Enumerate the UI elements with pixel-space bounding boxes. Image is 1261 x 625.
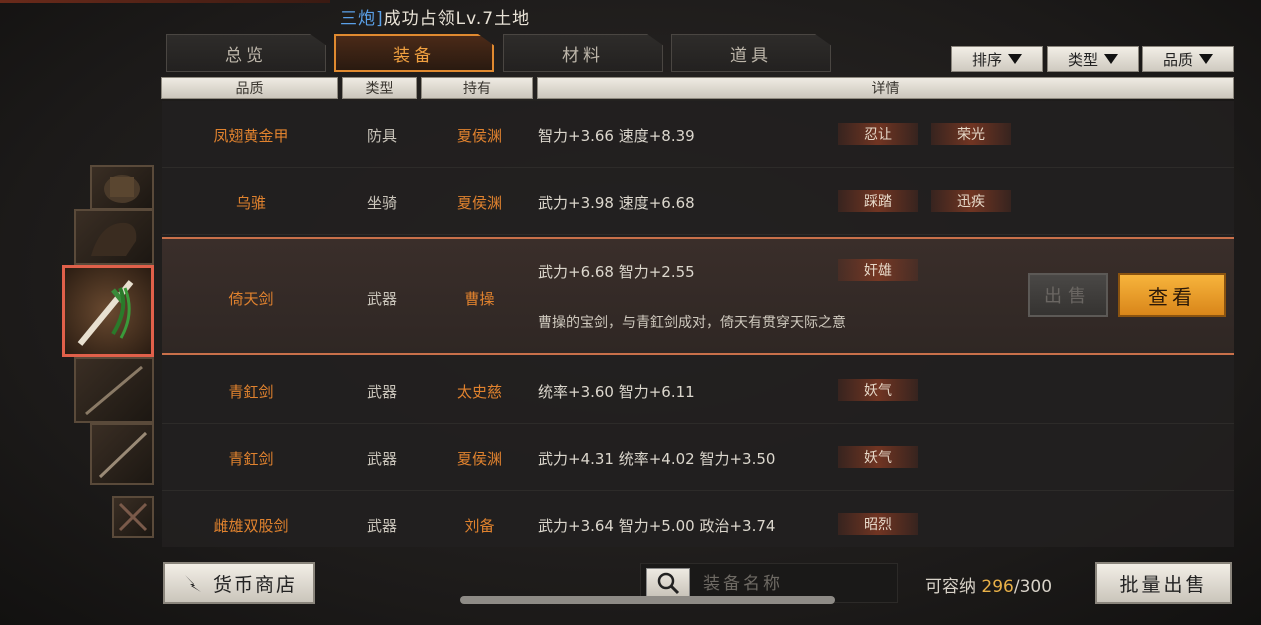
sell-button[interactable]: 出售	[1028, 273, 1108, 317]
item-name: 青釭剑	[228, 383, 274, 401]
skill-tag: 迅疾	[931, 190, 1011, 212]
tab-overview[interactable]: 总览	[166, 34, 326, 72]
equipment-thumbnail-mount[interactable]	[74, 209, 154, 265]
tab-equipment[interactable]: 装备	[334, 34, 494, 72]
equipment-thumbnail-sword-2[interactable]	[74, 357, 154, 423]
horse-icon	[91, 222, 137, 256]
system-notice: 三炮]成功占领Lv.7土地	[340, 4, 530, 29]
skill-tag: 妖气	[838, 379, 918, 401]
column-header-details: 详情	[537, 77, 1234, 99]
equipment-table: 凤翅黄金甲 防具 夏侯渊 智力+3.66 速度+8.39 忍让 荣光 乌骓 坐骑…	[162, 101, 1234, 547]
armor-icon	[104, 175, 140, 203]
search-input[interactable]	[701, 570, 885, 598]
equipment-thumbnail-armor[interactable]	[90, 165, 154, 210]
item-owner: 太史慈	[456, 383, 502, 401]
item-stats: 智力+3.66 速度+8.39	[538, 127, 695, 145]
item-name: 倚天剑	[228, 290, 274, 308]
table-row[interactable]: 乌骓 坐骑 夏侯渊 武力+3.98 速度+6.68 踩踏 迅疾	[162, 168, 1234, 235]
skill-tag: 昭烈	[838, 513, 918, 535]
search-button[interactable]	[646, 568, 690, 598]
item-stats: 武力+3.64 智力+5.00 政治+3.74	[538, 517, 776, 535]
skill-tag: 踩踏	[838, 190, 918, 212]
type-label: 类型	[1067, 50, 1098, 69]
capacity-total: /300	[1013, 577, 1053, 597]
chevron-down-icon	[1008, 54, 1022, 64]
tab-items[interactable]: 道具	[671, 34, 831, 72]
skill-tag: 妖气	[838, 446, 918, 468]
capacity-label: 可容纳	[925, 577, 976, 597]
skill-tag: 奸雄	[838, 259, 918, 281]
item-name: 雌雄双股剑	[213, 517, 289, 535]
twin-swords-icon	[118, 502, 148, 532]
notice-prefix: 三炮]	[340, 9, 384, 29]
table-row[interactable]: 雌雄双股剑 武器 刘备 武力+3.64 智力+5.00 政治+3.74 昭烈	[162, 491, 1234, 557]
equipment-thumbnail-sword-3[interactable]	[90, 423, 154, 485]
skill-tag: 荣光	[931, 123, 1011, 145]
lightning-icon	[184, 575, 201, 592]
notice-text: 成功占领Lv.7土地	[383, 9, 531, 29]
item-name: 凤翅黄金甲	[213, 127, 289, 145]
item-owner: 夏侯渊	[456, 450, 502, 468]
item-name: 青釭剑	[228, 450, 274, 468]
sort-label: 排序	[971, 50, 1002, 69]
search-icon	[657, 572, 680, 595]
capacity-used: 296	[981, 577, 1014, 597]
top-accent-bar	[0, 0, 330, 3]
equipment-thumbnail-sword-selected[interactable]	[62, 265, 154, 357]
type-dropdown[interactable]: 类型	[1047, 46, 1139, 72]
item-stats: 统率+3.60 智力+6.11	[538, 383, 695, 401]
currency-shop-button[interactable]: 货币商店	[163, 562, 315, 604]
horizontal-scrollbar[interactable]	[460, 596, 835, 604]
column-header-owner[interactable]: 持有	[421, 77, 533, 99]
item-stats: 武力+4.31 统率+4.02 智力+3.50	[538, 450, 776, 468]
table-row[interactable]: 青釭剑 武器 太史慈 统率+3.60 智力+6.11 妖气	[162, 357, 1234, 424]
sword-icon	[77, 280, 134, 346]
column-header-type[interactable]: 类型	[342, 77, 417, 99]
table-row[interactable]: 凤翅黄金甲 防具 夏侯渊 智力+3.66 速度+8.39 忍让 荣光	[162, 101, 1234, 168]
item-stats: 武力+3.98 速度+6.68	[538, 194, 695, 212]
batch-sell-button[interactable]: 批量出售	[1095, 562, 1232, 604]
chevron-down-icon	[1104, 54, 1118, 64]
item-description: 曹操的宝剑，与青釭剑成对，倚天有贯穿天际之意	[538, 315, 846, 331]
item-owner: 刘备	[464, 517, 495, 535]
sort-dropdown[interactable]: 排序	[951, 46, 1043, 72]
item-owner: 曹操	[464, 290, 495, 308]
table-row[interactable]: 青釭剑 武器 夏侯渊 武力+4.31 统率+4.02 智力+3.50 妖气	[162, 424, 1234, 491]
item-owner: 夏侯渊	[456, 127, 502, 145]
equipment-thumbnail-twin-swords[interactable]	[112, 496, 154, 538]
item-type: 坐骑	[366, 194, 397, 212]
tab-materials[interactable]: 材料	[503, 34, 663, 72]
item-type: 武器	[366, 450, 397, 468]
sword-icon	[85, 365, 143, 416]
item-stats: 武力+6.68 智力+2.55	[538, 263, 695, 281]
sword-icon	[98, 431, 148, 479]
skill-tag: 忍让	[838, 123, 918, 145]
capacity-indicator: 可容纳 296/300	[925, 572, 1052, 597]
quality-dropdown[interactable]: 品质	[1142, 46, 1234, 72]
quality-label: 品质	[1162, 50, 1193, 69]
chevron-down-icon	[1199, 54, 1213, 64]
view-button[interactable]: 查看	[1118, 273, 1226, 317]
item-type: 武器	[366, 383, 397, 401]
item-type: 武器	[366, 517, 397, 535]
item-name: 乌骓	[235, 194, 266, 212]
column-header-quality[interactable]: 品质	[161, 77, 338, 99]
item-owner: 夏侯渊	[456, 194, 502, 212]
currency-shop-label: 货币商店	[212, 573, 297, 596]
item-type: 武器	[366, 290, 397, 308]
item-type: 防具	[366, 127, 397, 145]
